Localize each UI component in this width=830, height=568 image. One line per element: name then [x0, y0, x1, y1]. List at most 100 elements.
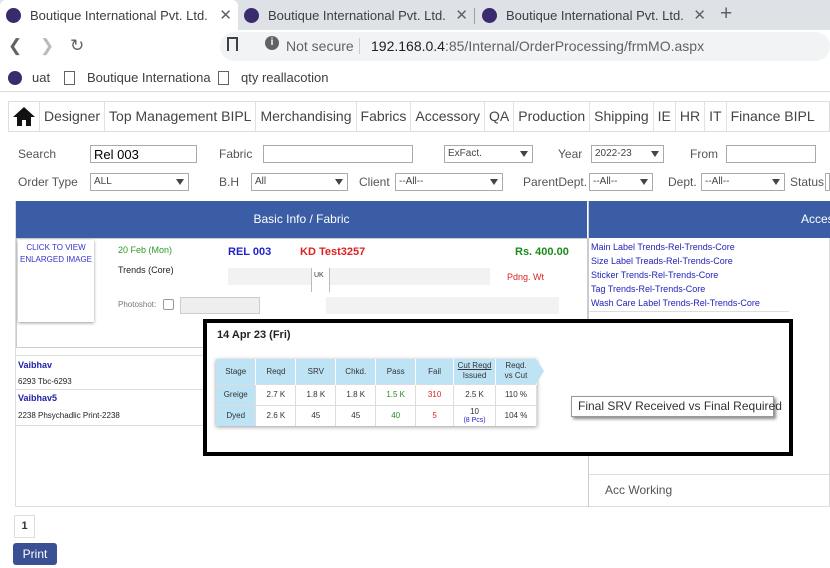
price: Rs. 400.00 [515, 246, 569, 258]
fail-cell: 5 [415, 404, 455, 426]
not-secure-label[interactable]: Not secure [286, 38, 354, 54]
style-code: KD Test3257 [300, 246, 366, 258]
year-select[interactable]: 2022-23 [591, 145, 664, 163]
pass-cell: 40 [375, 404, 417, 426]
exfact-select[interactable]: ExFact. [444, 145, 533, 163]
vs-cut-cell: 104 % [495, 404, 537, 426]
col-reqd-label: Reqd. [505, 361, 527, 371]
reload-icon[interactable]: ↻ [70, 36, 84, 56]
home-icon[interactable] [13, 106, 35, 128]
acc-link-size-label[interactable]: Size Label Treads-Rel-Trends-Core [591, 256, 733, 266]
col-vs-cut: Reqd. vs Cut [495, 359, 537, 384]
acc-link-sticker[interactable]: Sticker Trends-Rel-Trends-Core [591, 270, 718, 280]
acc-link-tag[interactable]: Tag Trends-Rel-Trends-Core [591, 284, 705, 294]
acc-link-wash-care[interactable]: Wash Care Label Trends-Rel-Trends-Core [591, 298, 760, 308]
nav-fabrics[interactable]: Fabrics [355, 102, 411, 131]
chevron-down-icon [335, 179, 343, 185]
col-chkd: Chkd. [335, 359, 377, 384]
close-tab-icon[interactable]: ✕ [693, 6, 706, 24]
col-srv: SRV [295, 359, 337, 384]
client-select[interactable]: --All-- [395, 173, 503, 191]
from-date-input[interactable] [726, 145, 816, 163]
bh-select[interactable]: All [251, 173, 348, 191]
col-cut-issued: Issued [462, 371, 487, 381]
order-type-select[interactable]: ALL [90, 173, 189, 191]
client-label: Client [359, 175, 390, 189]
page-number-1[interactable]: 1 [14, 515, 35, 538]
dept-select[interactable]: --All-- [701, 173, 785, 191]
merchant-name[interactable]: Vaibhav5 [18, 393, 57, 403]
status-select[interactable] [825, 173, 830, 191]
srv-cell: 45 [295, 404, 337, 426]
search-label: Search [18, 147, 57, 161]
nav-top-management[interactable]: Top Management BIPL [104, 102, 255, 131]
bookmark-label: Boutique Internationa [87, 70, 211, 85]
nav-finance[interactable]: Finance BIPL [725, 102, 819, 131]
select-value: All [255, 176, 267, 187]
nav-merchandising[interactable]: Merchandising [255, 102, 355, 131]
browser-tab-3[interactable]: Boutique International Pvt. Ltd. ✕ [476, 0, 712, 30]
col-stage: Stage [216, 359, 257, 384]
cut-issued-note: (8 Pcs) [463, 416, 486, 424]
nav-it[interactable]: IT [704, 102, 725, 131]
close-tab-icon[interactable]: ✕ [455, 6, 468, 24]
nav-production[interactable]: Production [513, 102, 589, 131]
photoshot-input[interactable] [180, 297, 260, 314]
browser-tab-2[interactable]: Boutique International Pvt. Ltd. ✕ [238, 0, 474, 30]
nav-shipping[interactable]: Shipping [589, 102, 653, 131]
reqd-cell: 2.7 K [255, 383, 297, 405]
col-cut-reqd: Cut Reqd [457, 361, 492, 371]
nav-ie[interactable]: IE [652, 102, 675, 131]
photoshot-checkbox[interactable] [163, 299, 174, 310]
divider [311, 268, 312, 292]
cut-issued-cell: 10 (8 Pcs) [453, 404, 496, 426]
nav-designer[interactable]: Designer [39, 102, 104, 131]
col-vs-cut-label: vs Cut [504, 371, 528, 381]
new-tab-icon[interactable]: + [720, 2, 732, 26]
basic-info-header: Basic Info / Fabric [16, 201, 587, 238]
bookmark-label: qty reallacotion [241, 70, 329, 85]
from-label: From [690, 147, 718, 161]
status-label: Status [790, 175, 825, 189]
nav-qa[interactable]: QA [484, 102, 513, 131]
info-field [330, 268, 490, 285]
bh-label: B.H [219, 175, 240, 189]
chevron-down-icon [772, 179, 780, 185]
close-tab-icon[interactable]: ✕ [219, 6, 232, 24]
fabric-input[interactable] [263, 145, 413, 163]
forward-icon[interactable]: ❯ [40, 36, 54, 56]
acc-link-main-label[interactable]: Main Label Trends-Rel-Trends-Core [591, 242, 735, 252]
info-icon[interactable]: i [265, 36, 279, 50]
site-favicon-icon [8, 70, 22, 85]
bookmark-boutique[interactable]: Boutique Internationa [64, 70, 211, 85]
print-button[interactable]: Print [13, 543, 57, 565]
url-host: 192.168.0.4 [371, 38, 445, 54]
url-text[interactable]: 192.168.0.4:85/Internal/OrderProcessing/… [371, 38, 704, 54]
chevron-down-icon [176, 179, 184, 185]
year-label: Year [558, 147, 583, 161]
bookmark-uat[interactable]: uat [8, 70, 50, 85]
popup-date: 14 Apr 23 (Fri) [217, 329, 291, 341]
merchant-name[interactable]: Vaibhav [18, 360, 52, 370]
site-favicon-icon [6, 7, 21, 23]
parent-dept-select[interactable]: --All-- [589, 173, 653, 191]
nav-hr[interactable]: HR [674, 102, 704, 131]
stage-cell: Dyed [216, 404, 257, 426]
back-icon[interactable]: ❮ [8, 36, 22, 56]
select-value: 2022-23 [595, 148, 632, 159]
bookmark-icon[interactable] [227, 37, 238, 51]
nav-accessory[interactable]: Accessory [410, 102, 484, 131]
col-fail: Fail [415, 359, 455, 384]
search-input[interactable] [90, 145, 197, 163]
page-icon [64, 70, 75, 85]
bookmark-qty[interactable]: qty reallacotion [218, 70, 328, 85]
rel-number[interactable]: REL 003 [228, 246, 271, 258]
chevron-down-icon [640, 179, 648, 185]
tab-title: Boutique International Pvt. Ltd. [506, 7, 684, 23]
enlarge-image-link[interactable]: CLICK TO VIEW ENLARGED IMAGE [18, 240, 94, 322]
tab-title: Boutique International Pvt. Ltd. [268, 7, 446, 23]
bookmark-label: uat [32, 70, 51, 85]
tooltip: Final SRV Received vs Final Required [571, 396, 782, 417]
browser-tab-1[interactable]: Boutique International Pvt. Ltd. ✕ [0, 0, 238, 30]
address-divider [359, 38, 360, 54]
